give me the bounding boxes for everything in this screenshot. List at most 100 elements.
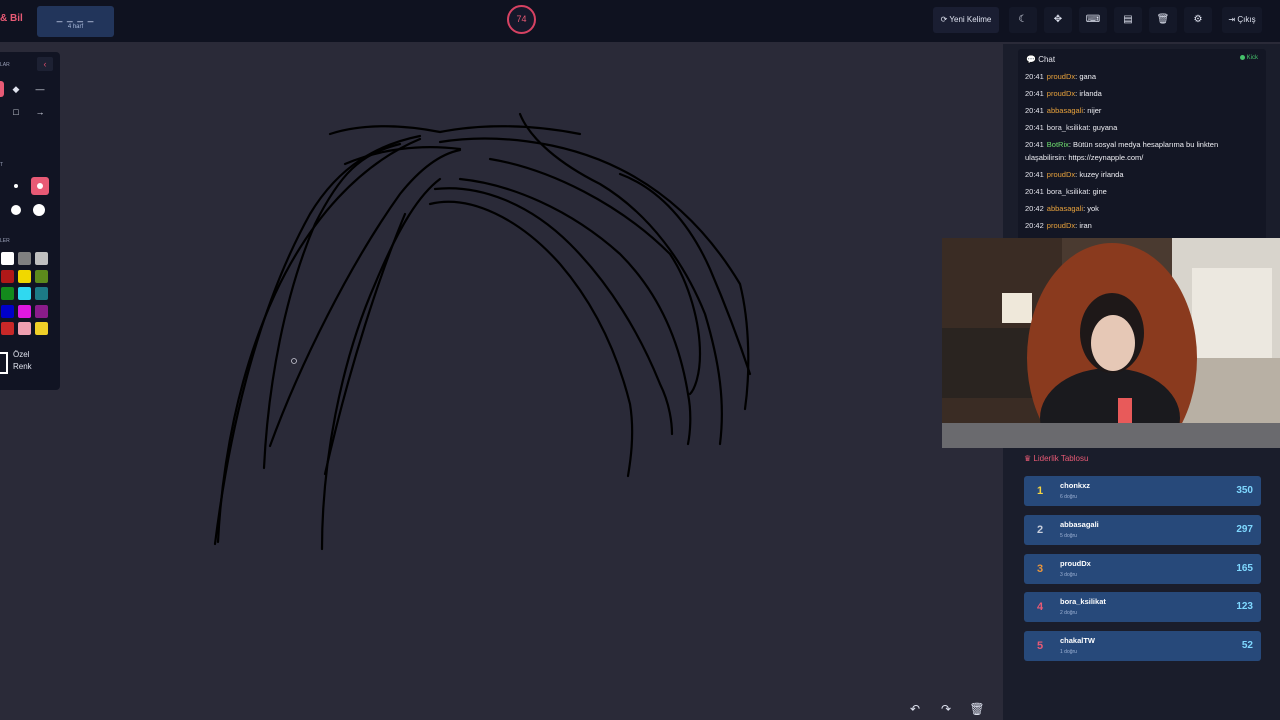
color-swatch[interactable] <box>35 269 48 283</box>
color-swatch[interactable] <box>18 252 31 265</box>
color-swatch[interactable] <box>18 304 31 318</box>
leaderboard-rank: 3 <box>1037 562 1044 575</box>
message-text: iran <box>1079 220 1092 230</box>
chat-icon: 💬 <box>1026 55 1036 64</box>
message-user[interactable]: abbasagali <box>1047 204 1083 213</box>
chat-messages: 20:41 proudDx: gana 20:41 proudDx: irlanda 2… <box>1018 71 1266 232</box>
drawing-strokes <box>213 112 752 551</box>
crosshair-icon: ✥ <box>1053 14 1063 25</box>
chat-message: 20:41 proudDx: gana <box>1018 71 1266 84</box>
color-swatch[interactable] <box>1 322 14 335</box>
undo-icon: ↶ <box>909 702 921 716</box>
message-text: gana <box>1079 72 1096 81</box>
color-swatch[interactable] <box>1 269 14 283</box>
settings-button[interactable]: ⚙ <box>1184 7 1212 33</box>
chat-title: Chat <box>1038 55 1056 64</box>
stroke <box>320 177 442 551</box>
exit-button[interactable]: ⇥ Çıkış <box>1222 7 1262 33</box>
leaderboard-name: chakalTW <box>1060 636 1096 646</box>
message-time: 20:41 <box>1025 169 1044 179</box>
stroke <box>428 200 634 478</box>
redo-button[interactable]: ↷ <box>937 700 955 718</box>
color-swatch[interactable] <box>35 322 48 335</box>
size-small-button[interactable] <box>8 178 24 194</box>
refresh-icon: ⟳ <box>940 15 948 24</box>
tools-section-label: LAR <box>0 62 10 68</box>
stroke <box>213 134 422 546</box>
color-swatch[interactable] <box>35 304 48 318</box>
leaderboard-correct-count: 2 doğru <box>1060 610 1077 617</box>
chat-message: 20:41 bora_ksilikat: guyana <box>1018 122 1266 135</box>
center-button[interactable]: ✥ <box>1044 7 1072 33</box>
clear-button[interactable]: 🗑 <box>1149 7 1177 33</box>
leaderboard-score: 165 <box>1236 562 1253 574</box>
dark-mode-button[interactable]: ☾ <box>1009 7 1037 33</box>
message-user[interactable]: bora_ksilikat <box>1047 187 1089 196</box>
size-dot <box>33 204 45 216</box>
leaderboard-correct-count: 6 doğru <box>1060 494 1077 500</box>
size-xlarge-button[interactable] <box>31 202 47 218</box>
leaderboard-score: 350 <box>1236 485 1253 496</box>
color-swatch[interactable] <box>18 269 31 283</box>
collapse-panel-button[interactable]: ‹ <box>37 57 53 71</box>
layout-button[interactable]: ▤ <box>1114 7 1142 33</box>
eraser-tool[interactable]: ◆ <box>8 81 24 97</box>
stroke <box>438 137 750 411</box>
line-tool[interactable]: — <box>32 81 48 97</box>
rectangle-tool[interactable]: □ <box>8 104 24 120</box>
moon-icon: ☾ <box>1018 14 1028 25</box>
message-user[interactable]: proudDx <box>1047 221 1075 230</box>
message-time: 20:42 <box>1025 203 1044 213</box>
keyboard-button[interactable]: ⌨ <box>1079 7 1107 33</box>
gear-icon: ⚙ <box>1193 14 1203 25</box>
cursor-indicator <box>291 358 297 364</box>
chat-message: 20:41 bora_ksilikat: gine <box>1018 186 1266 199</box>
clear-canvas-button[interactable]: 🗑 <box>968 700 986 718</box>
message-user[interactable]: proudDx <box>1047 72 1075 81</box>
message-time: 20:41 <box>1025 186 1044 196</box>
square-icon: □ <box>13 107 19 117</box>
word-length: 4 harf <box>67 24 84 30</box>
color-swatch[interactable] <box>18 287 31 300</box>
stroke <box>458 177 692 446</box>
word-hint: _ _ _ _ 4 harf <box>37 6 114 37</box>
chat-message: 20:41 abbasagali: nijer <box>1018 105 1266 118</box>
drawing-canvas[interactable]: ↶ ↷ 🗑 <box>60 44 1002 720</box>
chevron-left-icon: ‹ <box>43 59 47 69</box>
color-swatch[interactable] <box>35 252 48 265</box>
eraser-icon: ◆ <box>12 84 20 94</box>
leaderboard-rank: 5 <box>1037 640 1044 653</box>
colors-section-label: LER <box>0 238 10 244</box>
message-user[interactable]: BotRix <box>1047 140 1069 149</box>
size-medium-button[interactable] <box>31 177 49 195</box>
leaderboard-rank: 1 <box>1037 485 1044 497</box>
stroke <box>268 148 462 448</box>
new-word-button[interactable]: ⟳ Yeni Kelime <box>933 7 999 33</box>
message-time: 20:41 <box>1025 140 1044 149</box>
color-swatch[interactable] <box>1 252 14 265</box>
leaderboard-name: proudDx <box>1060 558 1091 568</box>
message-time: 20:42 <box>1025 220 1044 230</box>
message-user[interactable]: abbasagali <box>1047 106 1083 115</box>
message-user[interactable]: proudDx <box>1047 170 1075 179</box>
color-swatch[interactable] <box>18 322 31 335</box>
message-user[interactable]: proudDx <box>1047 89 1075 98</box>
custom-color-label: Özel Renk <box>13 350 32 371</box>
keyboard-icon: ⌨ <box>1085 14 1101 25</box>
redo-icon: ↷ <box>940 702 952 716</box>
color-swatch[interactable] <box>35 287 48 300</box>
size-dot <box>37 183 43 189</box>
chat-message: 20:41 proudDx: irlanda <box>1018 88 1266 101</box>
message-user[interactable]: bora_ksilikat <box>1047 123 1089 132</box>
custom-color-button[interactable] <box>0 352 8 374</box>
message-text: gine <box>1092 186 1107 196</box>
webcam-image <box>942 238 1280 448</box>
undo-button[interactable]: ↶ <box>906 700 924 718</box>
color-swatch[interactable] <box>1 304 14 318</box>
arrow-tool[interactable]: → <box>32 104 48 120</box>
color-swatch[interactable] <box>1 287 14 300</box>
webcam-overlay <box>942 238 1280 448</box>
size-large-button[interactable] <box>8 202 24 218</box>
chat-message: 20:41 BotRix: Bütün sosyal medya hesaplar… <box>1018 139 1266 164</box>
brush-tool[interactable]: ✎ <box>0 81 4 97</box>
